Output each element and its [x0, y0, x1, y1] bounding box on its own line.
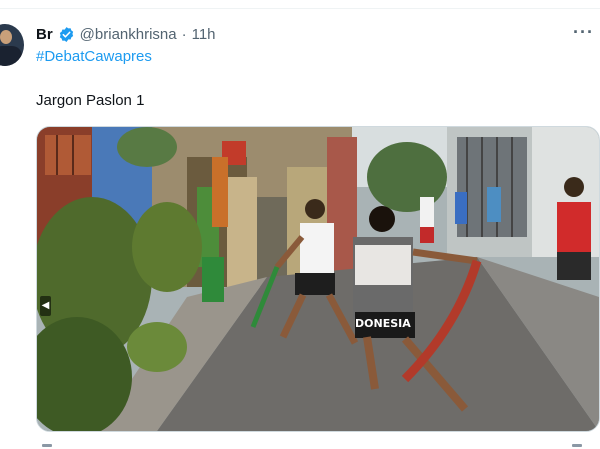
media-prev-arrow-icon[interactable]: ◀ [40, 296, 51, 316]
tweet-actions [36, 440, 598, 449]
tweet-header: Br @briankhrisna · 11h [36, 24, 216, 44]
tweet-media-image[interactable]: DONESIA ◀ [36, 126, 600, 432]
top-divider [0, 0, 600, 9]
avatar[interactable] [0, 24, 24, 66]
more-options-icon[interactable]: ··· [573, 22, 594, 43]
author-handle[interactable]: @briankhrisna [80, 26, 177, 43]
header-separator: · [181, 25, 187, 43]
avatar-suit [0, 46, 22, 66]
verified-badge-icon [59, 26, 73, 42]
reply-icon[interactable] [42, 444, 52, 447]
share-icon[interactable] [572, 444, 582, 447]
shirt-text: DONESIA [355, 317, 411, 330]
tweet-timestamp[interactable]: 11h [192, 26, 216, 43]
avatar-face [0, 30, 12, 44]
hashtag-link[interactable]: #DebatCawapres [36, 48, 152, 65]
tweet-text: Jargon Paslon 1 [36, 92, 145, 109]
author-name[interactable]: Br [36, 26, 53, 43]
street-scene-image: DONESIA [37, 127, 599, 431]
